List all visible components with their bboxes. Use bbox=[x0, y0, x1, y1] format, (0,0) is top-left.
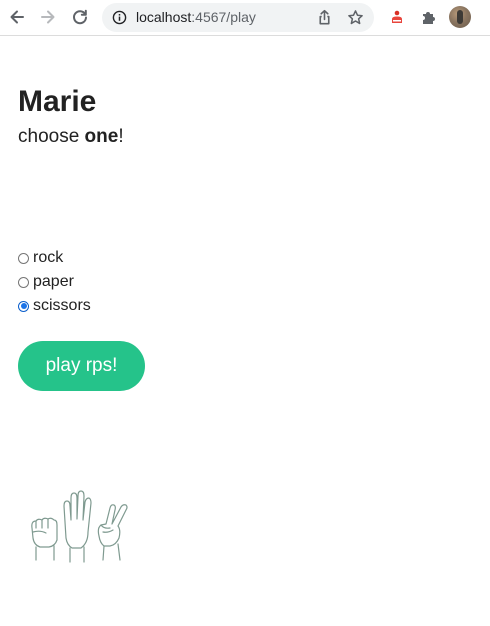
puzzle-icon[interactable] bbox=[418, 6, 440, 28]
url-text: localhost:4567/play bbox=[136, 10, 256, 25]
back-arrow-icon[interactable] bbox=[6, 6, 28, 28]
bookmark-star-icon[interactable] bbox=[347, 9, 364, 26]
choice-label: scissors bbox=[33, 297, 91, 314]
choice-scissors[interactable]: scissors bbox=[18, 294, 218, 318]
instruction-text: choose one! bbox=[18, 126, 124, 148]
url-path: :4567/play bbox=[191, 9, 256, 25]
radio-rock[interactable] bbox=[18, 252, 29, 264]
player-name: Marie bbox=[18, 85, 97, 118]
instruction-suffix: ! bbox=[118, 126, 124, 147]
extension-icon[interactable] bbox=[386, 6, 408, 28]
url-host: localhost bbox=[136, 9, 192, 25]
address-bar[interactable]: localhost:4567/play bbox=[102, 3, 374, 32]
page-content: Marie choose one! rock paper scissors pl… bbox=[0, 36, 490, 626]
play-button[interactable]: play rps! bbox=[18, 341, 145, 391]
browser-toolbar: localhost:4567/play bbox=[0, 0, 490, 36]
reload-icon[interactable] bbox=[69, 6, 91, 28]
rock-paper-scissors-hands-illustration bbox=[31, 490, 128, 563]
choice-label: rock bbox=[33, 249, 64, 266]
info-icon[interactable] bbox=[112, 10, 127, 25]
choice-paper[interactable]: paper bbox=[18, 270, 218, 294]
choice-list: rock paper scissors bbox=[18, 246, 218, 318]
radio-paper[interactable] bbox=[18, 276, 29, 288]
instruction-emphasis: one bbox=[84, 126, 119, 147]
forward-arrow-icon[interactable] bbox=[37, 6, 59, 28]
profile-avatar[interactable] bbox=[449, 6, 471, 28]
share-icon[interactable] bbox=[316, 9, 333, 26]
instruction-prefix: choose bbox=[18, 126, 85, 147]
radio-scissors[interactable] bbox=[18, 300, 29, 312]
choice-label: paper bbox=[33, 273, 74, 290]
choice-rock[interactable]: rock bbox=[18, 246, 218, 270]
